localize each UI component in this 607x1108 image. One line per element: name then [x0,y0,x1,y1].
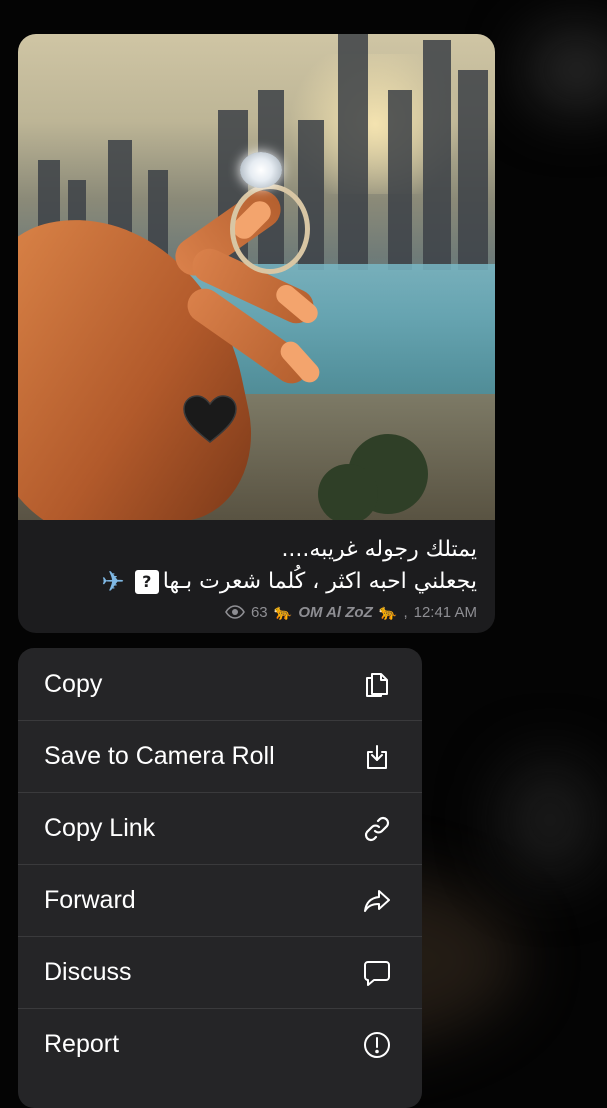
caption-line-1: يمتلك رجوله غريبه.... [281,537,477,562]
leopard-icon: 🐆 [378,604,398,621]
menu-item-label: Copy [44,669,103,698]
message-meta: 63 🐆 OM Al ZoZ 🐆, 12:41 AM [225,603,477,621]
photo-tree [318,464,378,520]
black-heart-icon [183,395,237,443]
photo-ring-band [230,184,310,274]
menu-item-label: Copy Link [44,814,156,842]
caption-line-2-text: يجعلني احبه اكثر ، كُلما شعرت بـها [162,569,477,594]
link-icon [360,812,394,846]
menu-item-copy-link[interactable]: Copy Link [18,792,422,864]
menu-item-label: Report [44,1030,120,1058]
report-icon [360,1028,394,1062]
views-count: 63 [250,603,268,621]
menu-item-report[interactable]: Report [18,1008,422,1080]
menu-item-label: Save to Camera Roll [44,742,275,770]
views-eye-icon [225,605,245,619]
menu-item-label: Forward [44,886,136,914]
message-bubble[interactable]: يمتلك رجوله غريبه.... يجعلني احبه اكثر ،… [18,34,495,633]
message-photo[interactable] [18,34,495,520]
background-blur [527,30,607,110]
photo-ring-diamond [240,152,282,188]
discuss-icon [360,956,394,990]
message-time: 12:41 AM [413,603,477,621]
message-caption: يمتلك رجوله غريبه.... يجعلني احبه اكثر ،… [38,534,477,598]
photo-building [338,34,368,270]
photo-building [458,70,488,270]
menu-item-forward[interactable]: Forward [18,864,422,936]
context-menu: Copy Save to Camera Roll Copy Link Forwa… [18,648,422,1108]
leopard-icon: 🐆 [273,604,293,621]
menu-item-label: Discuss [44,958,132,986]
menu-item-copy[interactable]: Copy [18,648,422,720]
menu-item-save-to-camera-roll[interactable]: Save to Camera Roll [18,720,422,792]
photo-building [388,90,412,270]
forward-icon [360,884,394,918]
caption-line-2: يجعلني احبه اكثر ، كُلما شعرت بـها? ✈ [38,566,477,598]
photo-building [423,40,451,270]
airplane-icon: ✈ [101,565,125,598]
copy-icon [360,667,394,701]
unknown-emoji-glyph: ? [134,570,159,594]
background-blur [500,760,600,880]
save-icon [360,740,394,774]
author-signature: OM Al ZoZ [298,603,373,621]
menu-item-discuss[interactable]: Discuss [18,936,422,1008]
